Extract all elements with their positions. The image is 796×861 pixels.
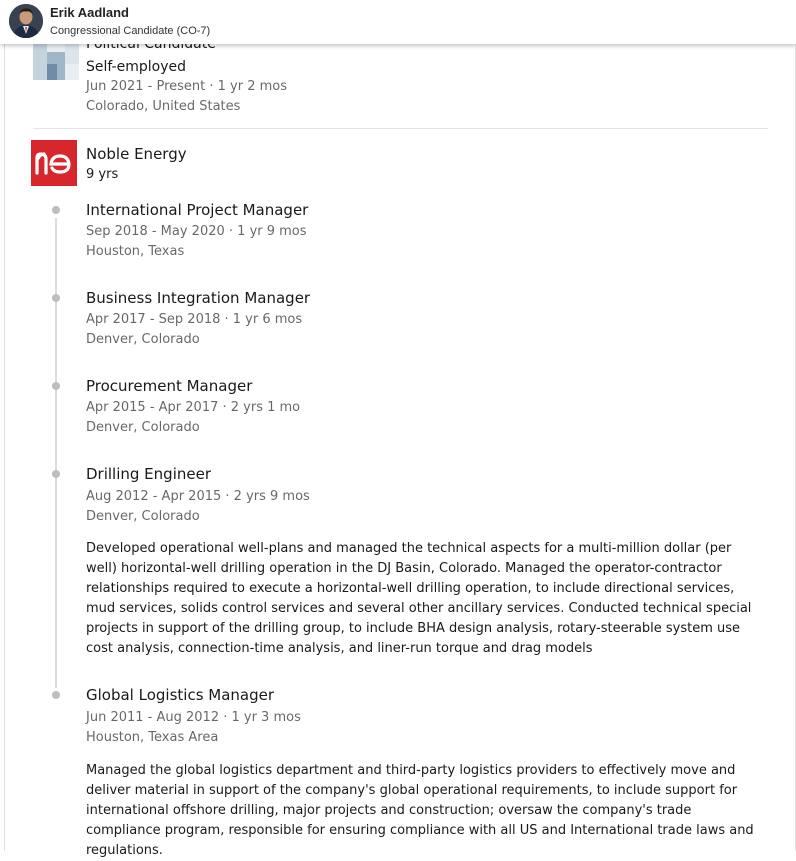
employment-type: Self-employed <box>86 59 186 75</box>
timeline-dot <box>52 294 60 302</box>
timeline-dot <box>52 470 60 478</box>
divider <box>33 128 768 129</box>
timeline-dot <box>52 691 60 699</box>
role-dates: Apr 2017 - Sep 2018 · 1 yr 6 mos <box>86 312 303 327</box>
position-dates: Jun 2021 - Present · 1 yr 2 mos <box>86 79 288 94</box>
sticky-profile-header: Erik Aadland Congressional Candidate (CO… <box>0 0 796 44</box>
role-description: Developed operational well-plans and man… <box>86 541 752 656</box>
timeline-dot <box>52 206 60 214</box>
company-logo-placeholder[interactable] <box>33 44 79 80</box>
role-title[interactable]: Global Logistics Manager <box>86 686 274 704</box>
timeline-dot <box>52 382 60 390</box>
role-location: Denver, Colorado <box>86 420 200 435</box>
role-title[interactable]: Business Integration Manager <box>86 289 310 307</box>
company-duration: 9 yrs <box>86 167 119 182</box>
profile-name[interactable]: Erik Aadland <box>50 5 129 20</box>
role-location: Houston, Texas Area <box>86 730 219 745</box>
role-dates: Jun 2011 - Aug 2012 · 1 yr 3 mos <box>86 710 301 725</box>
role-title[interactable]: Drilling Engineer <box>86 465 211 483</box>
role-location: Denver, Colorado <box>86 332 200 347</box>
role-title[interactable]: Procurement Manager <box>86 377 252 395</box>
company-name[interactable]: Noble Energy <box>86 145 187 163</box>
profile-headline: Congressional Candidate (CO-7) <box>50 25 211 37</box>
role-dates: Aug 2012 - Apr 2015 · 2 yrs 9 mos <box>86 489 310 504</box>
timeline-line <box>55 218 57 688</box>
avatar[interactable] <box>9 4 43 38</box>
position-location: Colorado, United States <box>86 99 241 114</box>
role-description: Managed the global logistics department … <box>86 763 754 858</box>
role-title[interactable]: International Project Manager <box>86 201 308 219</box>
role-dates: Sep 2018 - May 2020 · 1 yr 9 mos <box>86 224 307 239</box>
role-location: Denver, Colorado <box>86 509 200 524</box>
company-logo[interactable] <box>31 140 77 186</box>
role-location: Houston, Texas <box>86 244 185 259</box>
role-dates: Apr 2015 - Apr 2017 · 2 yrs 1 mo <box>86 400 301 415</box>
